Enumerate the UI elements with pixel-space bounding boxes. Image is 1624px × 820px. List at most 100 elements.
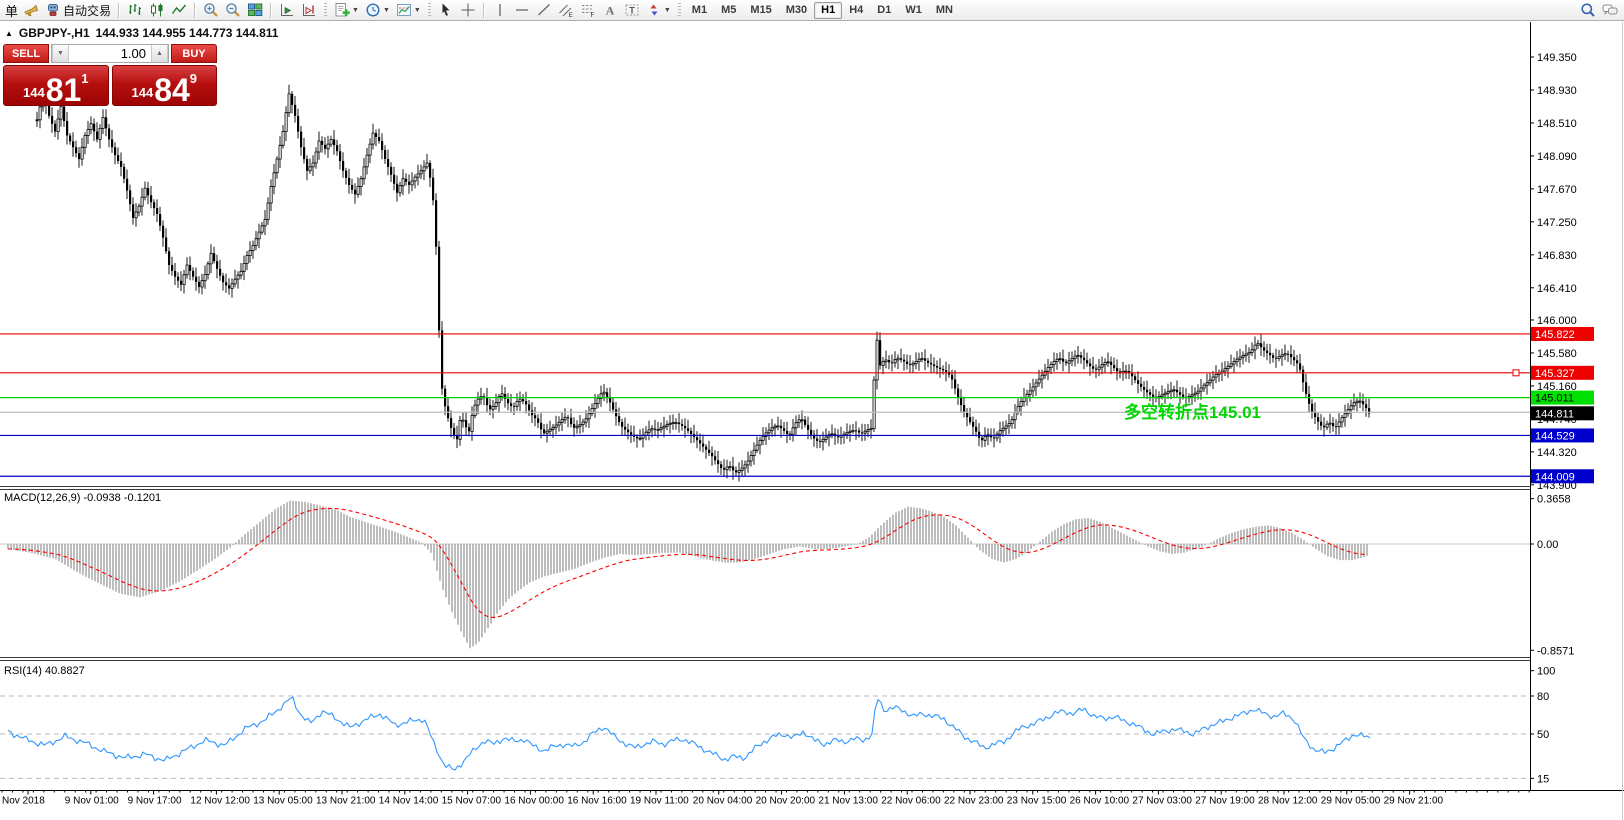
toolbar-grip[interactable]: [678, 3, 681, 18]
text-button[interactable]: A: [599, 1, 621, 20]
templates-icon: [396, 2, 412, 18]
time-tick-label: 20 Nov 20:00: [756, 796, 816, 807]
chevron-down-icon[interactable]: ▼: [664, 7, 671, 14]
time-tick-label: 22 Nov 06:00: [881, 796, 941, 807]
indicators-icon: [334, 2, 350, 18]
indicators-button[interactable]: ▼: [331, 1, 362, 20]
price-tick-label: 144.320: [1537, 447, 1577, 459]
cursor-button[interactable]: [435, 1, 457, 20]
time-tick-label: 13 Nov 21:00: [316, 796, 376, 807]
templates-button[interactable]: ▼: [393, 1, 424, 20]
rsi-tick-label: 100: [1537, 666, 1555, 678]
search-button[interactable]: [1577, 1, 1599, 20]
rsi-tick-label: 15: [1537, 773, 1549, 785]
price-badge-label: 144.811: [1535, 408, 1574, 420]
periods-button[interactable]: ▼: [362, 1, 393, 20]
zoom-in-button[interactable]: [200, 1, 222, 20]
time-tick-label: 26 Nov 10:00: [1070, 796, 1130, 807]
autotrading-label: 自动交易: [63, 2, 111, 19]
time-tick-label: 16 Nov 00:00: [504, 796, 564, 807]
zoom-out-icon: [225, 2, 241, 18]
timeframe-m15-button[interactable]: M15: [743, 2, 778, 19]
line-chart-icon: [171, 2, 187, 18]
chart-canvas[interactable]: 149.350148.930148.510148.090147.670147.2…: [0, 0, 1624, 820]
price-tick-label: 146.000: [1537, 315, 1577, 327]
time-tick-label: 15 Nov 07:00: [442, 796, 502, 807]
line-chart-button[interactable]: [168, 1, 190, 20]
price-tick-label: 146.410: [1537, 283, 1577, 295]
buy-price-panel[interactable]: 144 84 9: [112, 65, 218, 106]
toolbar-grip[interactable]: [324, 3, 327, 18]
candlestick-chart-button[interactable]: [146, 1, 168, 20]
toolbar-grip[interactable]: [428, 3, 431, 18]
cursor-icon: [438, 2, 454, 18]
buy-button[interactable]: BUY: [171, 44, 217, 63]
autotrading-button[interactable]: 自动交易: [42, 1, 114, 20]
sell-price-big: 81: [46, 76, 82, 104]
volume-increase-button[interactable]: ▲: [151, 45, 168, 62]
price-badge-label: 145.011: [1535, 393, 1574, 405]
time-tick-label: 29 Nov 21:00: [1384, 796, 1444, 807]
horizontal-line-objects[interactable]: [0, 334, 1530, 476]
macd-indicator-label: MACD(12,26,9) -0.0938 -0.1201: [4, 492, 161, 504]
chart-annotation-text[interactable]: 多空转折点145.01: [1124, 398, 1261, 423]
chevron-down-icon[interactable]: ▼: [414, 7, 421, 14]
time-tick-label: 21 Nov 13:00: [818, 796, 878, 807]
time-tick-label: 9 Nov 17:00: [128, 796, 182, 807]
chart-collapse-icon[interactable]: ▲: [5, 29, 13, 38]
timeframe-h1-button[interactable]: H1: [814, 2, 842, 19]
timeframe-m1-button[interactable]: M1: [685, 2, 714, 19]
auto-scroll-button[interactable]: [276, 1, 298, 20]
equidistant-channel-button[interactable]: E: [555, 1, 577, 20]
tile-windows-icon: [247, 2, 263, 18]
new-order-button[interactable]: [20, 1, 42, 20]
bar-chart-button[interactable]: [124, 1, 146, 20]
trendline-button[interactable]: [533, 1, 555, 20]
mt4-window: 单 自动交易 ▼ ▼ ▼ EFAT ▼ M1M5M15M30H1H4D1W1MN 149.35…: [0, 0, 1624, 820]
time-tick-label: 9 Nov 01:00: [65, 796, 119, 807]
text-label-button[interactable]: T: [621, 1, 643, 20]
time-tick-label: 12 Nov 12:00: [190, 796, 250, 807]
zoom-in-icon: [203, 2, 219, 18]
time-tick-label: 20 Nov 04:00: [693, 796, 753, 807]
price-tick-label: 147.670: [1537, 184, 1577, 196]
vertical-line-button[interactable]: [489, 1, 511, 20]
chevron-down-icon[interactable]: ▼: [352, 7, 359, 14]
periods-icon: [365, 2, 381, 18]
timeframe-d1-button[interactable]: D1: [870, 2, 898, 19]
zoom-out-button[interactable]: [222, 1, 244, 20]
time-tick-label: Nov 2018: [2, 796, 45, 807]
svg-text:E: E: [568, 12, 573, 18]
timeframe-w1-button[interactable]: W1: [898, 2, 929, 19]
timeframe-m5-button[interactable]: M5: [714, 2, 743, 19]
arrows-button[interactable]: ▼: [643, 1, 674, 20]
text-icon: A: [602, 2, 618, 18]
macd-histogram: [8, 501, 1367, 649]
chevron-down-icon[interactable]: ▼: [383, 7, 390, 14]
rsi-tick-label: 50: [1537, 729, 1549, 741]
buy-price-prefix: 144: [131, 85, 153, 100]
time-tick-label: 19 Nov 11:00: [630, 796, 689, 807]
timeframe-m30-button[interactable]: M30: [779, 2, 814, 19]
hline-selection-marker[interactable]: [1513, 370, 1519, 376]
svg-text:A: A: [606, 4, 615, 18]
horizontal-line-button[interactable]: [511, 1, 533, 20]
fibonacci-button[interactable]: F: [577, 1, 599, 20]
autotrading-button: [45, 2, 61, 18]
tile-windows-button[interactable]: [244, 1, 266, 20]
trendline-icon: [536, 2, 552, 18]
crosshair-icon: [460, 2, 476, 18]
sell-button[interactable]: SELL: [3, 44, 49, 63]
macd-signal-line: [8, 508, 1367, 617]
toolbar: 单 自动交易 ▼ ▼ ▼ EFAT ▼ M1M5M15M30H1H4D1W1MN: [0, 0, 1624, 21]
timeframe-mn-button[interactable]: MN: [929, 2, 960, 19]
volume-input[interactable]: [69, 45, 151, 62]
chat-button[interactable]: [1599, 1, 1621, 20]
new-order-partial-label[interactable]: 单: [3, 1, 20, 20]
timeframe-h4-button[interactable]: H4: [842, 2, 870, 19]
volume-decrease-button[interactable]: ▼: [52, 45, 69, 62]
macd-tick-label: -0.8571: [1537, 645, 1574, 657]
crosshair-button[interactable]: [457, 1, 479, 20]
sell-price-panel[interactable]: 144 81 1: [3, 65, 109, 106]
chart-shift-button[interactable]: [298, 1, 320, 20]
